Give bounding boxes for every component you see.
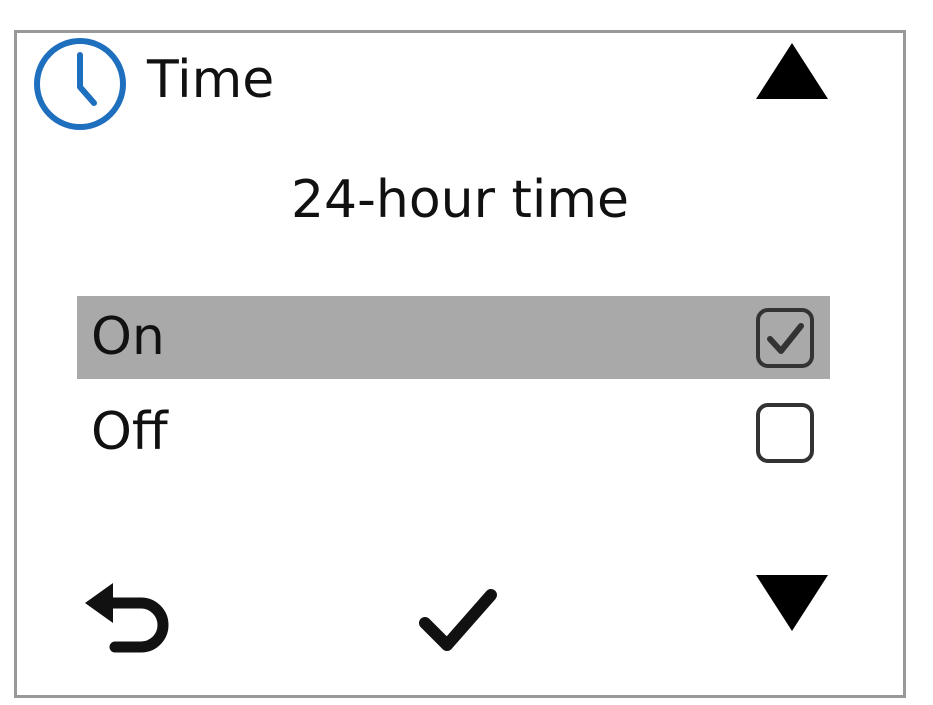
checkmark-icon[interactable]	[417, 585, 499, 657]
clock-icon	[34, 38, 126, 130]
back-arrow-icon[interactable]	[83, 581, 175, 661]
checkbox-unchecked-icon[interactable]	[754, 401, 816, 465]
up-arrow-icon[interactable]	[754, 41, 830, 101]
option-label: Off	[91, 402, 168, 462]
setting-title: 24-hour time	[290, 170, 630, 230]
down-arrow-icon[interactable]	[754, 573, 830, 633]
device-screen: Time 24-hour time On Off	[14, 30, 906, 698]
option-on[interactable]: On	[77, 296, 830, 379]
checkbox-checked-icon[interactable]	[754, 306, 816, 370]
option-label: On	[91, 307, 165, 367]
option-off[interactable]: Off	[77, 391, 830, 474]
page-title: Time	[147, 50, 275, 110]
